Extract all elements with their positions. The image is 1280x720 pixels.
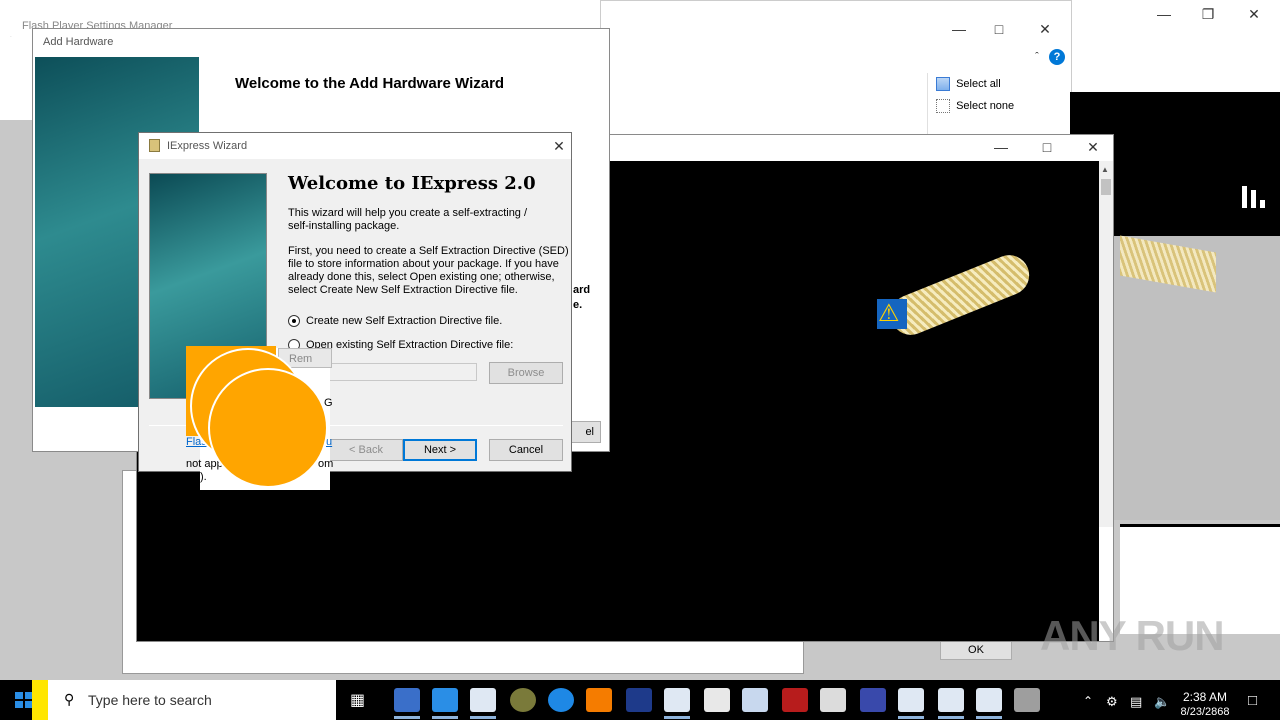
restore-icon[interactable]: ❐ bbox=[1198, 4, 1218, 24]
font-app-icon[interactable] bbox=[394, 688, 420, 712]
volume-icon[interactable]: 🔈 bbox=[1154, 694, 1170, 710]
notepad-app-icon[interactable] bbox=[470, 688, 496, 712]
info-app-icon[interactable] bbox=[548, 688, 574, 712]
maximize-icon[interactable]: □ bbox=[1037, 137, 1057, 157]
active-indicator bbox=[938, 716, 964, 719]
next-button[interactable]: Next > bbox=[403, 439, 477, 461]
help-icon[interactable]: ? bbox=[1049, 49, 1065, 65]
iexpress-titlebar: IExpress Wizard ✕ bbox=[139, 133, 571, 159]
iexpress-instructions: First, you need to create a Self Extract… bbox=[288, 245, 569, 296]
chevron-up-icon[interactable]: ˆ bbox=[1027, 47, 1047, 67]
minimize-icon[interactable]: — bbox=[1154, 4, 1174, 24]
active-indicator bbox=[470, 716, 496, 719]
iexpress-heading: Welcome to IExpress 2.0 bbox=[288, 173, 536, 194]
window2-app-icon[interactable] bbox=[898, 688, 924, 712]
active-indicator bbox=[664, 716, 690, 719]
clock-date: 8/23/2868 bbox=[1180, 706, 1230, 718]
ok-button[interactable]: OK bbox=[940, 640, 1012, 660]
maximize-icon[interactable]: □ bbox=[989, 19, 1009, 39]
check-app-icon[interactable] bbox=[704, 688, 730, 712]
windows-icon bbox=[15, 692, 33, 708]
minimize-icon[interactable]: — bbox=[949, 19, 969, 39]
back-button[interactable]: < Back bbox=[329, 439, 403, 461]
sed-file-path-input[interactable] bbox=[317, 363, 477, 381]
settings-app-icon[interactable] bbox=[510, 688, 536, 712]
iexpress-intro: This wizard will help you create a self-… bbox=[288, 207, 528, 232]
select-all-icon bbox=[936, 77, 950, 91]
ribbon-select-group: Select all Select none bbox=[927, 73, 1043, 139]
network-icon[interactable]: ▤ bbox=[1130, 694, 1142, 710]
search-placeholder: Type here to search bbox=[88, 692, 212, 708]
anyrun-watermark: ANY RUN bbox=[1040, 612, 1225, 659]
vertical-scrollbar[interactable]: ▲ bbox=[1099, 161, 1113, 527]
window3-app-icon[interactable] bbox=[938, 688, 964, 712]
active-indicator bbox=[394, 716, 420, 719]
close-icon[interactable]: ✕ bbox=[1244, 4, 1264, 24]
files-app-icon[interactable] bbox=[820, 688, 846, 712]
task-view-icon[interactable]: ▦ bbox=[350, 690, 365, 710]
close-icon[interactable]: ✕ bbox=[1083, 137, 1103, 157]
notification-icon[interactable]: □ bbox=[1248, 692, 1257, 709]
orange-circle-front bbox=[208, 368, 328, 488]
select-all-button[interactable]: Select all bbox=[936, 77, 1001, 91]
window4-app-icon[interactable] bbox=[976, 688, 1002, 712]
x-app-icon[interactable] bbox=[626, 688, 652, 712]
window-app-icon[interactable] bbox=[664, 688, 690, 712]
active-indicator bbox=[976, 716, 1002, 719]
iexpress-app-icon bbox=[149, 139, 160, 152]
clock[interactable]: 2:38 AM 8/23/2868 bbox=[1178, 690, 1232, 720]
active-indicator bbox=[432, 716, 458, 719]
add-hardware-heading: Welcome to the Add Hardware Wizard bbox=[235, 75, 505, 92]
close-icon[interactable]: ✕ bbox=[1035, 19, 1055, 39]
close-icon[interactable]: ✕ bbox=[549, 136, 569, 156]
search-box[interactable]: ⚲ Type here to search bbox=[48, 680, 336, 720]
warning-icon: ⚠ bbox=[877, 299, 907, 329]
add-hardware-title: Add Hardware bbox=[43, 36, 114, 48]
minimize-icon[interactable]: — bbox=[991, 137, 1011, 157]
select-none-button[interactable]: Select none bbox=[936, 99, 1014, 113]
right-window: — ❐ ✕ bbox=[1072, 0, 1280, 92]
a-app-icon[interactable] bbox=[860, 688, 886, 712]
tray-chevron-icon[interactable]: ⌃ bbox=[1083, 694, 1093, 708]
search-icon: ⚲ bbox=[64, 691, 75, 707]
paint-app-icon[interactable] bbox=[432, 688, 458, 712]
clock-time: 2:38 AM bbox=[1182, 690, 1228, 704]
box-app-icon[interactable] bbox=[1014, 688, 1040, 712]
browse-button[interactable]: Browse bbox=[489, 362, 563, 384]
tray-app-icon[interactable]: ⚙ bbox=[1106, 694, 1118, 710]
explorer-ribbon-window: — □ ✕ ˆ ? Select all Select none bbox=[600, 0, 1072, 140]
select-none-icon bbox=[936, 99, 950, 113]
radio-create-new[interactable] bbox=[288, 315, 300, 327]
cancel-button[interactable]: Cancel bbox=[489, 439, 563, 461]
media-player-icon[interactable] bbox=[586, 688, 612, 712]
flash-app-icon[interactable] bbox=[782, 688, 808, 712]
iexpress-title: IExpress Wizard bbox=[167, 140, 248, 152]
doc-app-icon[interactable] bbox=[742, 688, 768, 712]
bars-icon bbox=[1242, 186, 1268, 210]
active-indicator bbox=[898, 716, 924, 719]
